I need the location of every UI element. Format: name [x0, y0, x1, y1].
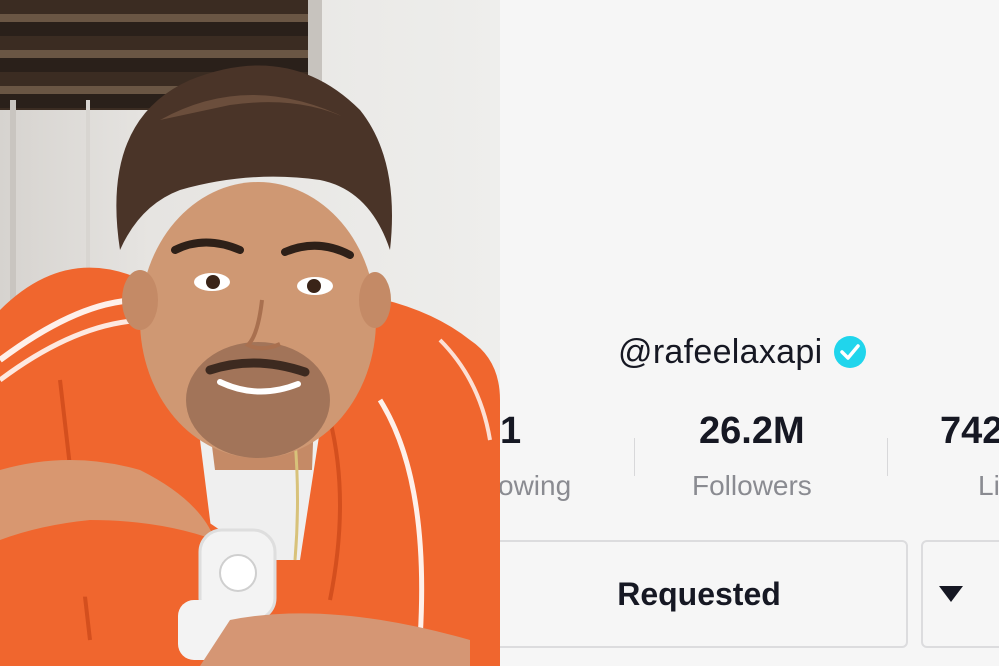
- requested-button-label: Requested: [617, 575, 781, 612]
- stat-divider: [887, 438, 888, 476]
- stat-followers-value: 26.2M: [699, 410, 805, 452]
- caret-down-icon: [939, 586, 963, 602]
- stat-followers-label: Followers: [692, 470, 812, 501]
- username-row: @rafeelaxapi: [618, 330, 867, 374]
- verified-badge-icon: [834, 336, 867, 368]
- stat-divider: [634, 438, 635, 476]
- person-illustration: [0, 65, 500, 666]
- requested-button[interactable]: Requested: [500, 540, 908, 648]
- profile-photo: [0, 0, 500, 666]
- more-options-button[interactable]: [921, 540, 999, 648]
- username: @rafeelaxapi: [618, 332, 823, 371]
- stat-following-value: 1: [500, 410, 522, 452]
- stat-likes-value: 742: [940, 410, 999, 452]
- stat-likes-label: Li: [978, 470, 999, 501]
- stat-following-label: owing: [500, 470, 572, 501]
- profile-panel: @rafeelaxapi 1 owing 26.2M Followers 742…: [500, 0, 999, 666]
